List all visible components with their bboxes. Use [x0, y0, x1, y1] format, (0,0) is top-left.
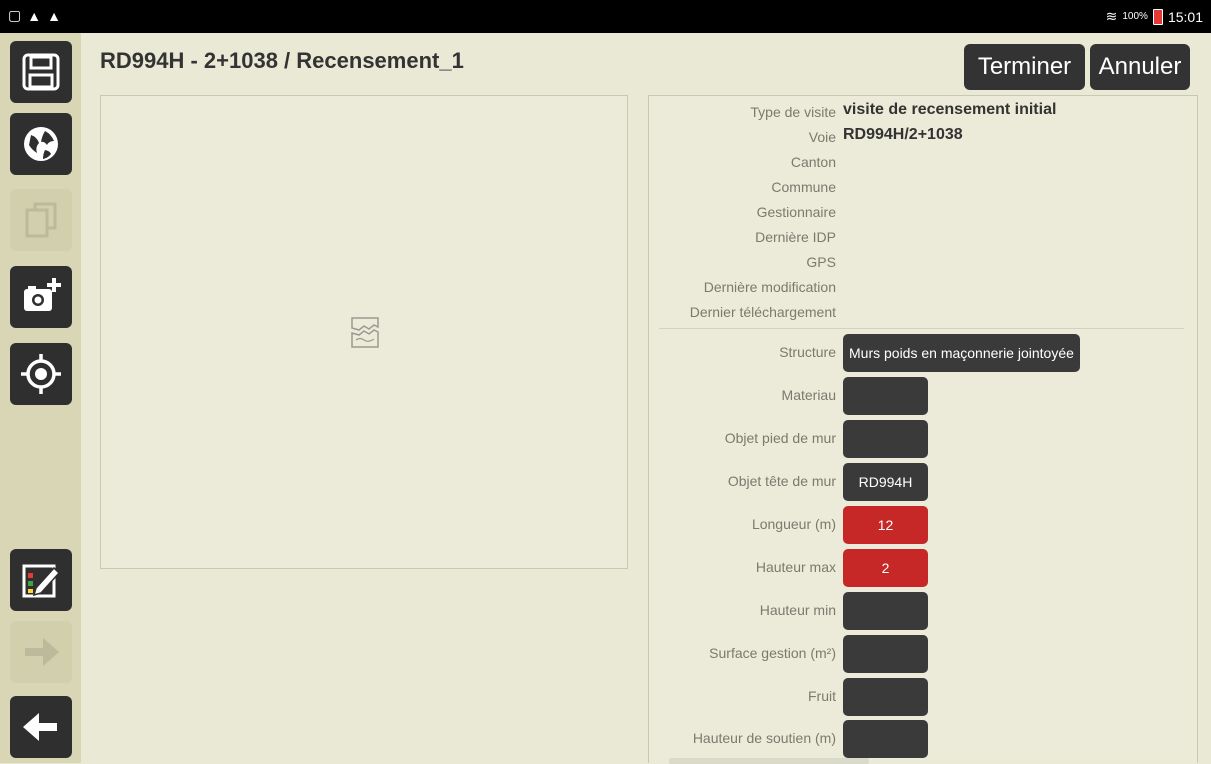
- battery-percent: 100%: [1122, 11, 1148, 22]
- field-label: Longueur (m): [751, 516, 836, 532]
- copy-icon: [25, 202, 57, 238]
- info-label: Dernière modification: [703, 279, 836, 295]
- info-label: Commune: [771, 179, 836, 195]
- add-photo-button[interactable]: [10, 266, 72, 328]
- battery-icon: [1152, 8, 1163, 25]
- info-row: Dernière modification: [649, 276, 1199, 298]
- globe-button[interactable]: [10, 113, 72, 175]
- field-row-surface: Surface gestion (m²): [649, 635, 1199, 673]
- warning-icon: ▲: [27, 7, 42, 24]
- save-button[interactable]: [10, 41, 72, 103]
- field-row-materiau: Materiau: [649, 377, 1199, 415]
- cancel-button[interactable]: Annuler: [1090, 44, 1190, 90]
- info-row: Commune: [649, 176, 1199, 198]
- field-label: Materiau: [781, 387, 836, 403]
- fruit-input[interactable]: [843, 678, 928, 716]
- arrow-left-icon: [23, 713, 57, 741]
- field-label: Hauteur max: [755, 559, 836, 575]
- globe-icon: [24, 127, 58, 161]
- status-bar: ▢ ▲ ▲ ≋ 100% 15:01: [0, 0, 1211, 33]
- info-row: Type de visite visite de recensement ini…: [649, 101, 1199, 123]
- copy-button[interactable]: [10, 189, 72, 251]
- info-label: Dernière IDP: [755, 229, 836, 245]
- info-label: Voie: [808, 129, 836, 145]
- arrow-right-icon: [25, 638, 59, 666]
- image-placeholder-icon: [351, 317, 379, 348]
- field-label: Objet pied de mur: [724, 430, 836, 446]
- info-value: RD994H/2+1038: [843, 126, 963, 143]
- field-label: Hauteur min: [759, 602, 836, 618]
- notification-icon: ▢: [8, 7, 22, 23]
- next-button[interactable]: [10, 621, 72, 683]
- next-row-cutoff: [669, 758, 869, 764]
- info-row: Dernier téléchargement: [649, 301, 1199, 323]
- photo-panel[interactable]: [100, 95, 628, 569]
- info-row: Gestionnaire: [649, 201, 1199, 223]
- info-label: Gestionnaire: [756, 204, 836, 220]
- field-label: Hauteur de soutien (m): [692, 730, 836, 746]
- info-label: Type de visite: [750, 104, 836, 120]
- materiau-selector[interactable]: [843, 377, 928, 415]
- back-button[interactable]: [10, 696, 72, 758]
- info-panel: Type de visite visite de recensement ini…: [648, 95, 1199, 764]
- info-label: Dernier téléchargement: [689, 304, 836, 320]
- info-label: Canton: [790, 154, 836, 170]
- field-row-hauteur-soutien: Hauteur de soutien (m): [649, 720, 1199, 758]
- field-row-hauteur-max: Hauteur max 2: [649, 549, 1199, 587]
- field-row-objet-tete: Objet tête de mur RD994H: [649, 463, 1199, 501]
- locate-button[interactable]: [10, 343, 72, 405]
- info-row: GPS: [649, 251, 1199, 273]
- field-row-objet-pied: Objet pied de mur: [649, 420, 1199, 458]
- hauteur-soutien-input[interactable]: [843, 720, 928, 758]
- warning-icon: ▲: [47, 7, 61, 24]
- field-label: Objet tête de mur: [727, 473, 836, 489]
- page-title: RD994H - 2+1038 / Recensement_1: [100, 48, 464, 73]
- field-row-structure: Structure Murs poids en maçonnerie joint…: [649, 334, 1199, 372]
- structure-selector[interactable]: Murs poids en maçonnerie jointoyée: [843, 334, 1080, 372]
- save-icon: [22, 53, 60, 91]
- info-row: Voie RD994H/2+1038: [649, 126, 1199, 148]
- checklist-edit-icon: [22, 564, 61, 598]
- info-value: visite de recensement initial: [843, 101, 1057, 118]
- field-row-hauteur-min: Hauteur min: [649, 592, 1199, 630]
- objet-pied-selector[interactable]: [843, 420, 928, 458]
- hauteur-max-input[interactable]: 2: [843, 549, 928, 587]
- info-row: Dernière IDP: [649, 226, 1199, 248]
- target-icon: [21, 354, 61, 394]
- notification-icons: ▢ ▲ ▲: [8, 7, 61, 24]
- field-label: Structure: [779, 344, 836, 360]
- longueur-input[interactable]: 12: [843, 506, 928, 544]
- info-row: Canton: [649, 151, 1199, 173]
- divider: [659, 328, 1184, 329]
- field-label: Surface gestion (m²): [709, 645, 836, 661]
- finish-button[interactable]: Terminer: [964, 44, 1085, 90]
- info-label: GPS: [806, 254, 836, 270]
- field-label: Fruit: [808, 688, 836, 704]
- sidebar: [0, 33, 81, 763]
- clock: 15:01: [1167, 8, 1203, 25]
- field-row-longueur: Longueur (m) 12: [649, 506, 1199, 544]
- objet-tete-selector[interactable]: RD994H: [843, 463, 928, 501]
- field-row-fruit: Fruit: [649, 678, 1199, 716]
- wifi-icon: ≋: [1105, 8, 1118, 24]
- surface-input[interactable]: [843, 635, 928, 673]
- hauteur-min-input[interactable]: [843, 592, 928, 630]
- checklist-button[interactable]: [10, 549, 72, 611]
- camera-add-icon: [24, 278, 61, 311]
